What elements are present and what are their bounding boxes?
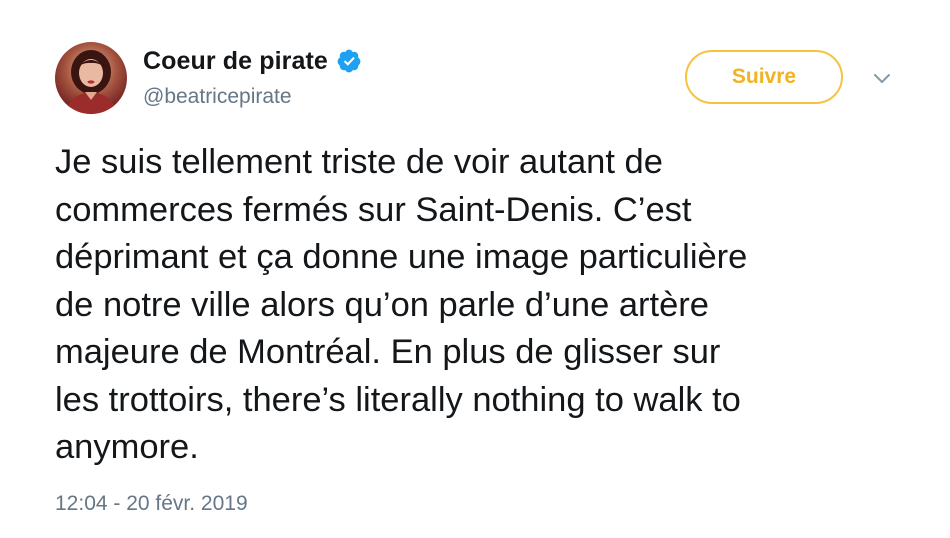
avatar[interactable] bbox=[55, 42, 127, 114]
tweet-text-line: les trottoirs, there’s literally nothing… bbox=[55, 380, 741, 419]
tweet-card: Coeur de pirate @beatricepirate Suivre J… bbox=[0, 0, 950, 538]
verified-badge-icon bbox=[336, 48, 362, 74]
tweet-text-line: de notre ville alors qu’on parle d’une a… bbox=[55, 285, 709, 324]
tweet-timestamp[interactable]: 12:04 - 20 févr. 2019 bbox=[55, 492, 248, 516]
chevron-down-icon[interactable] bbox=[871, 68, 893, 90]
tweet-text: Je suis tellement triste de voir autant … bbox=[55, 139, 905, 472]
display-name[interactable]: Coeur de pirate bbox=[143, 47, 328, 76]
profile-photo-icon bbox=[65, 50, 117, 114]
tweet-text-line: majeure de Montréal. En plus de glisser … bbox=[55, 333, 721, 371]
author-name-row: Coeur de pirate bbox=[143, 45, 362, 77]
tweet-text-line: Je suis tellement triste de voir autant … bbox=[55, 143, 663, 181]
tweet-text-line: commerces fermés sur Saint-Denis. C’est bbox=[55, 190, 692, 229]
author-handle[interactable]: @beatricepirate bbox=[143, 85, 292, 109]
follow-button[interactable]: Suivre bbox=[685, 50, 843, 104]
tweet-text-line: déprimant et ça donne une image particul… bbox=[55, 238, 748, 276]
tweet-text-line: anymore. bbox=[55, 428, 199, 466]
